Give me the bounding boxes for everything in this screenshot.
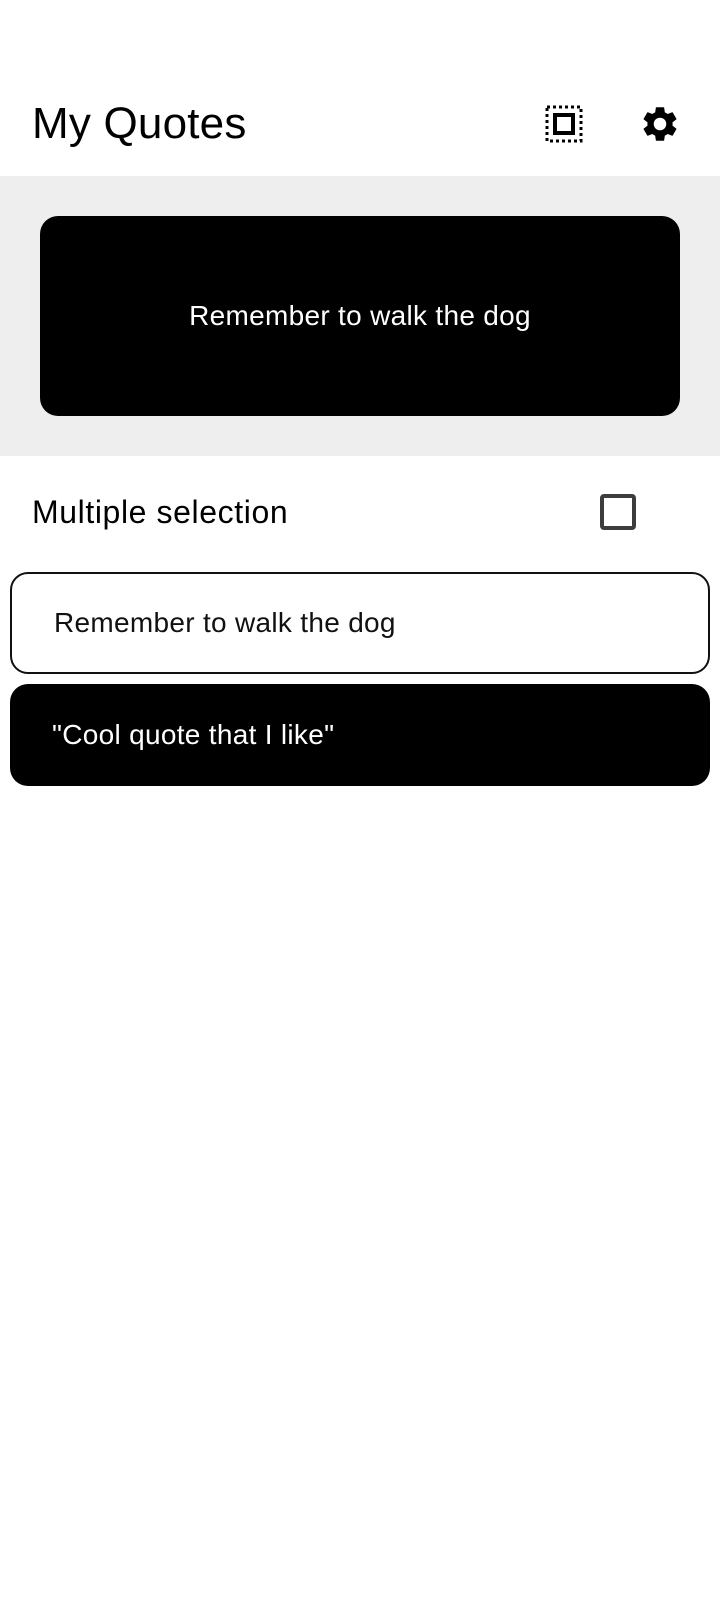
quote-preview-section: Remember to walk the dog xyxy=(0,176,720,456)
status-bar xyxy=(0,0,720,72)
quote-list-item[interactable]: "Cool quote that I like" xyxy=(10,684,710,786)
select-all-button[interactable] xyxy=(528,88,600,160)
select-all-icon xyxy=(545,105,583,143)
app-bar: My Quotes xyxy=(0,72,720,176)
multiple-selection-checkbox[interactable] xyxy=(600,494,636,530)
quote-preview-card[interactable]: Remember to walk the dog xyxy=(40,216,680,416)
app-root: My Quotes Remember to walk the dog Multi… xyxy=(0,0,720,1600)
quote-item-text: Remember to walk the dog xyxy=(54,607,396,638)
settings-button[interactable] xyxy=(624,88,696,160)
quote-preview-text: Remember to walk the dog xyxy=(189,300,531,331)
page-title: My Quotes xyxy=(32,99,247,148)
multiple-selection-row[interactable]: Multiple selection xyxy=(0,456,720,568)
quote-item-text: "Cool quote that I like" xyxy=(52,719,335,750)
multiple-selection-label: Multiple selection xyxy=(32,493,289,530)
quote-list-item[interactable]: Remember to walk the dog xyxy=(10,572,710,674)
settings-gear-icon xyxy=(643,107,677,141)
quote-list: Remember to walk the dog "Cool quote tha… xyxy=(10,572,710,796)
